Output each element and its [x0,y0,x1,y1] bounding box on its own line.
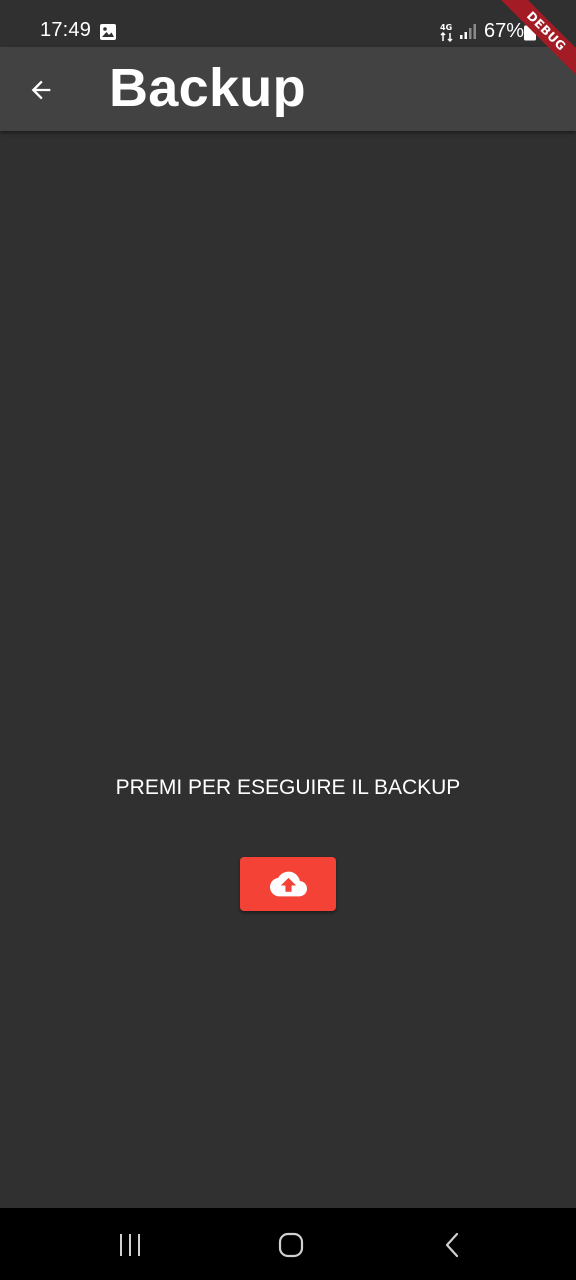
app-bar: Backup [0,47,576,131]
signal-icon [460,24,476,39]
svg-text:4G: 4G [440,23,452,32]
cloud-upload-icon [269,871,307,897]
home-icon[interactable] [277,1231,305,1259]
gallery-icon [100,24,116,40]
status-time: 17:49 [40,19,92,41]
recents-icon[interactable] [117,1232,143,1258]
back-button[interactable] [18,67,64,113]
battery-percent: 67% [484,20,525,42]
backup-screen: 17:49 4G 67% Backup DEBUG PREMI PER ESEG… [0,0,576,1280]
navigation-bar [0,1208,576,1280]
status-bar: 17:49 4G 67% [0,0,576,47]
backup-button[interactable] [240,857,336,911]
battery-icon [524,23,536,41]
network-4g-icon: 4G [440,23,453,43]
back-icon[interactable] [441,1232,465,1258]
backup-instruction: PREMI PER ESEGUIRE IL BACKUP [115,776,461,799]
arrow-back-icon [31,80,51,100]
page-title: Backup [109,58,306,118]
